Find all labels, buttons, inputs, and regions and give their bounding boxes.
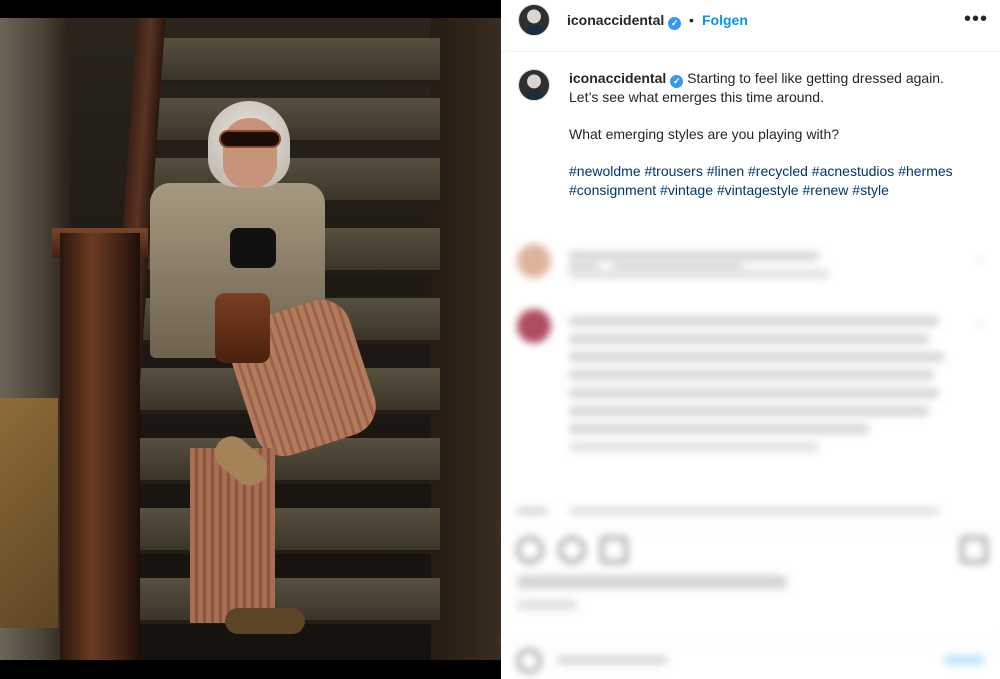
header-separator: • — [689, 12, 694, 28]
caption-text: iconaccidental ✓ Starting to feel like ge… — [569, 69, 979, 199]
comment-input-blurred[interactable] — [557, 655, 667, 665]
blurred-line — [569, 507, 939, 515]
verified-badge-icon: ✓ — [670, 75, 684, 88]
post-side-panel: iconaccidental ✓ • Folgen ••• iconacciden… — [501, 0, 1000, 679]
avatar — [517, 244, 551, 278]
bookmark-icon[interactable] — [961, 537, 987, 563]
action-bar — [501, 530, 1000, 570]
post-comment-button[interactable] — [944, 655, 984, 665]
stair-step — [140, 98, 440, 144]
post-viewer: iconaccidental ✓ • Folgen ••• iconacciden… — [0, 0, 1000, 679]
blurred-line — [569, 269, 829, 279]
person-shoe — [225, 608, 305, 634]
avatar[interactable] — [518, 69, 550, 101]
sunglasses — [219, 130, 281, 148]
caption-line-2: Let’s see what emerges this time around. — [569, 89, 824, 105]
blurred-line — [569, 388, 939, 398]
comment-text-blurred — [569, 246, 949, 287]
comment-text-blurred — [569, 311, 949, 460]
caption-line-1: Starting to feel like getting dressed ag… — [687, 70, 944, 86]
hashtags-line-2[interactable]: #consignment #vintage #vintagestyle #ren… — [569, 181, 979, 200]
heart-icon[interactable] — [517, 537, 543, 563]
blurred-line — [569, 424, 869, 434]
stair-step — [140, 508, 440, 554]
avatar — [517, 309, 551, 343]
emoji-icon[interactable] — [517, 649, 541, 673]
verified-badge-icon: ✓ — [668, 17, 682, 30]
blurred-line — [569, 370, 934, 380]
cardboard-box — [0, 398, 58, 628]
blurred-line — [517, 507, 547, 515]
follow-button[interactable]: Folgen — [702, 12, 748, 28]
camera — [230, 228, 276, 268]
hashtags-line-1[interactable]: #newoldme #trousers #linen #recycled #ac… — [569, 162, 979, 181]
wall-right — [431, 18, 501, 660]
header-username[interactable]: iconaccidental ✓ — [567, 12, 682, 30]
newel-post — [60, 233, 140, 660]
handbag — [215, 293, 270, 363]
blurred-line — [569, 334, 929, 344]
likes-blurred[interactable] — [517, 575, 787, 589]
avatar[interactable] — [518, 4, 550, 36]
comment-icon[interactable] — [559, 537, 585, 563]
photo-scene — [0, 18, 501, 660]
heart-icon[interactable]: ♡ — [974, 254, 986, 268]
post-header: iconaccidental ✓ • Folgen ••• — [501, 0, 1000, 52]
blurred-line — [569, 442, 819, 452]
blurred-line — [569, 406, 929, 416]
heart-icon[interactable]: ♡ — [974, 319, 986, 333]
share-icon[interactable] — [601, 537, 627, 563]
caption-line-3: What emerging styles are you playing wit… — [569, 126, 840, 142]
blurred-line — [569, 352, 944, 362]
stair-step — [140, 38, 440, 84]
caption-username[interactable]: iconaccidental — [569, 70, 666, 86]
blurred-line — [569, 316, 939, 326]
post-date-blurred — [517, 600, 577, 610]
more-options-icon[interactable]: ••• — [964, 8, 988, 31]
username-text[interactable]: iconaccidental — [567, 12, 664, 28]
person-face — [223, 118, 277, 188]
post-image[interactable] — [0, 0, 501, 679]
add-comment-row — [501, 640, 1000, 679]
blurred-line — [569, 251, 819, 261]
